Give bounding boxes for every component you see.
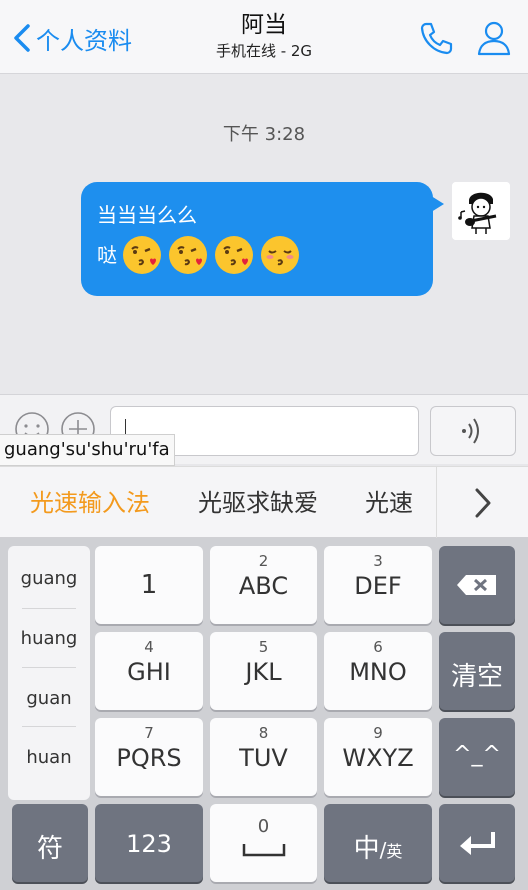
key-letters: DEF <box>354 572 402 600</box>
backspace-key[interactable] <box>439 546 515 624</box>
key-letters: TUV <box>239 744 288 772</box>
clear-key[interactable]: 清空 <box>439 632 515 710</box>
divider <box>22 608 76 609</box>
space-key[interactable]: 0 <box>210 804 317 882</box>
chat-area[interactable]: 下午 3:28 当当当么么 哒 <box>0 74 528 394</box>
pinyin-option[interactable]: guang <box>8 568 90 589</box>
key-letters: ABC <box>238 572 289 600</box>
key-5[interactable]: 5 JKL <box>210 632 317 710</box>
key-number: 6 <box>373 638 383 656</box>
key-letters: MNO <box>349 658 407 686</box>
pinyin-option[interactable]: huan <box>8 747 90 768</box>
message-line-1: 当当当么么 <box>97 203 197 227</box>
language-toggle-label: 中/英 <box>324 828 432 865</box>
back-button[interactable]: 个人资料 <box>12 20 132 56</box>
key-letters: PQRS <box>116 744 182 772</box>
voice-button[interactable] <box>430 406 516 456</box>
message-timestamp: 下午 3:28 <box>222 124 306 145</box>
chevron-right-icon <box>475 488 490 518</box>
language-toggle-key[interactable]: 中/英 <box>324 804 432 882</box>
key-letters: WXYZ <box>342 744 414 772</box>
candidate-bar: 光速输入法 光驱求缺爱 光速 <box>0 466 528 539</box>
voice-waves-icon <box>462 418 479 444</box>
divider <box>22 726 76 727</box>
numeric-key[interactable]: 123 <box>95 804 203 882</box>
symbol-label: 符 <box>36 834 63 864</box>
backspace-icon <box>457 575 496 595</box>
profile-icon[interactable] <box>474 18 514 58</box>
divider <box>22 667 76 668</box>
message-bubble[interactable]: 当当当么么 哒 <box>81 182 433 296</box>
kissing-heart-emoji-icon <box>123 236 161 274</box>
message-line-2: 哒 <box>97 230 417 280</box>
phone-icon[interactable] <box>416 18 456 58</box>
candidate-item[interactable]: 光速 <box>365 467 413 539</box>
chevron-left-icon <box>14 24 30 52</box>
enter-key[interactable] <box>439 804 515 882</box>
key-number: 4 <box>144 638 154 656</box>
t9-keyboard: guang huang guan huan 1 2 ABC 3 DEF 4 GH… <box>0 538 528 890</box>
avatar[interactable] <box>452 182 510 240</box>
pinyin-options-list: guang huang guan huan <box>8 546 90 800</box>
key-number: 7 <box>144 724 154 742</box>
key-7[interactable]: 7 PQRS <box>95 718 203 796</box>
lang-alt-label: 英 <box>386 842 403 861</box>
message-line-2-text: 哒 <box>97 243 117 267</box>
key-number: 2 <box>258 552 269 570</box>
back-label: 个人资料 <box>36 26 132 55</box>
symbol-key[interactable]: 符 <box>12 804 88 882</box>
key-8[interactable]: 8 TUV <box>210 718 317 796</box>
avatar-cartoon-icon <box>452 182 510 240</box>
space-bar-icon <box>242 844 286 857</box>
key-number: 9 <box>373 724 383 742</box>
candidate-item[interactable]: 光速输入法 <box>30 467 150 539</box>
key-number: 3 <box>373 552 383 570</box>
key-number: 8 <box>258 724 269 742</box>
enter-icon <box>460 832 495 855</box>
contact-name: 阿当 <box>241 12 287 38</box>
more-candidates-button[interactable] <box>436 467 528 539</box>
key-9[interactable]: 9 WXYZ <box>324 718 432 796</box>
title-bar: 个人资料 阿当 手机在线 - 2G <box>0 0 528 74</box>
key-6[interactable]: 6 MNO <box>324 632 432 710</box>
emoticon-key[interactable]: ^_^ <box>439 718 515 796</box>
contact-header: 阿当 手机在线 - 2G <box>150 10 378 62</box>
lang-main-label: 中 <box>353 834 380 864</box>
numeric-label: 123 <box>126 830 172 858</box>
kissing-heart-emoji-icon <box>215 236 253 274</box>
pinyin-option[interactable]: guan <box>8 688 90 709</box>
online-status: 手机在线 - 2G <box>215 42 313 60</box>
key-number: 0 <box>257 816 270 837</box>
clear-label: 清空 <box>450 662 503 692</box>
pinyin-option[interactable]: huang <box>8 628 90 649</box>
candidate-item[interactable]: 光驱求缺爱 <box>198 467 318 539</box>
key-letters: GHI <box>127 658 171 686</box>
key-number: 5 <box>258 638 269 656</box>
key-4[interactable]: 4 GHI <box>95 632 203 710</box>
key-1[interactable]: 1 <box>95 546 203 624</box>
bubble-tail <box>428 194 444 214</box>
composing-pinyin: guang'su'shu'ru'fa <box>0 434 175 466</box>
emoticon-label: ^_^ <box>453 742 501 767</box>
kissing-heart-emoji-icon <box>169 236 207 274</box>
key-3[interactable]: 3 DEF <box>324 546 432 624</box>
key-letters: JKL <box>245 658 282 686</box>
kissing-closed-eyes-emoji-icon <box>261 236 299 274</box>
key-2[interactable]: 2 ABC <box>210 546 317 624</box>
key-label: 1 <box>140 570 158 600</box>
